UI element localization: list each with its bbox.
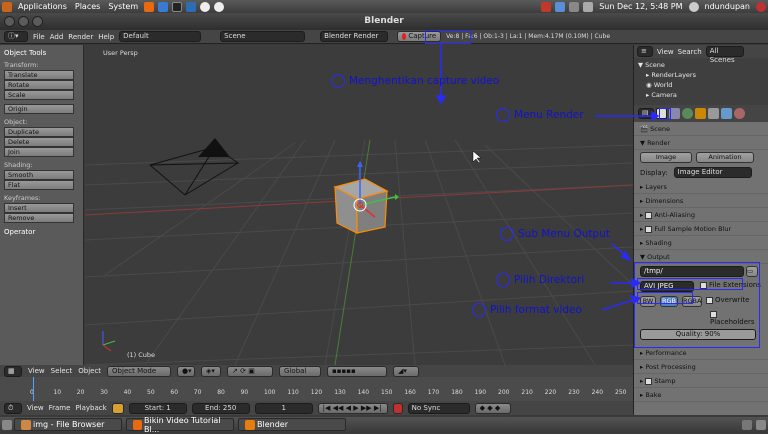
- output-panel-highlight: [634, 262, 760, 348]
- annotation-output-submenu: Sub Menu Output: [500, 227, 610, 241]
- annotation-choose-dir: Pilih Direktori: [496, 273, 584, 287]
- format-highlight: [637, 292, 693, 304]
- render-tab-highlight: [659, 108, 671, 120]
- annotation-render-menu: Menu Render: [496, 108, 584, 122]
- annotation-stop-capture: Menghentikan capture video: [331, 74, 499, 88]
- annotation-arrows: [435, 44, 660, 311]
- path-highlight: [637, 278, 743, 290]
- annotation-choose-format: Pilih format video: [472, 303, 582, 317]
